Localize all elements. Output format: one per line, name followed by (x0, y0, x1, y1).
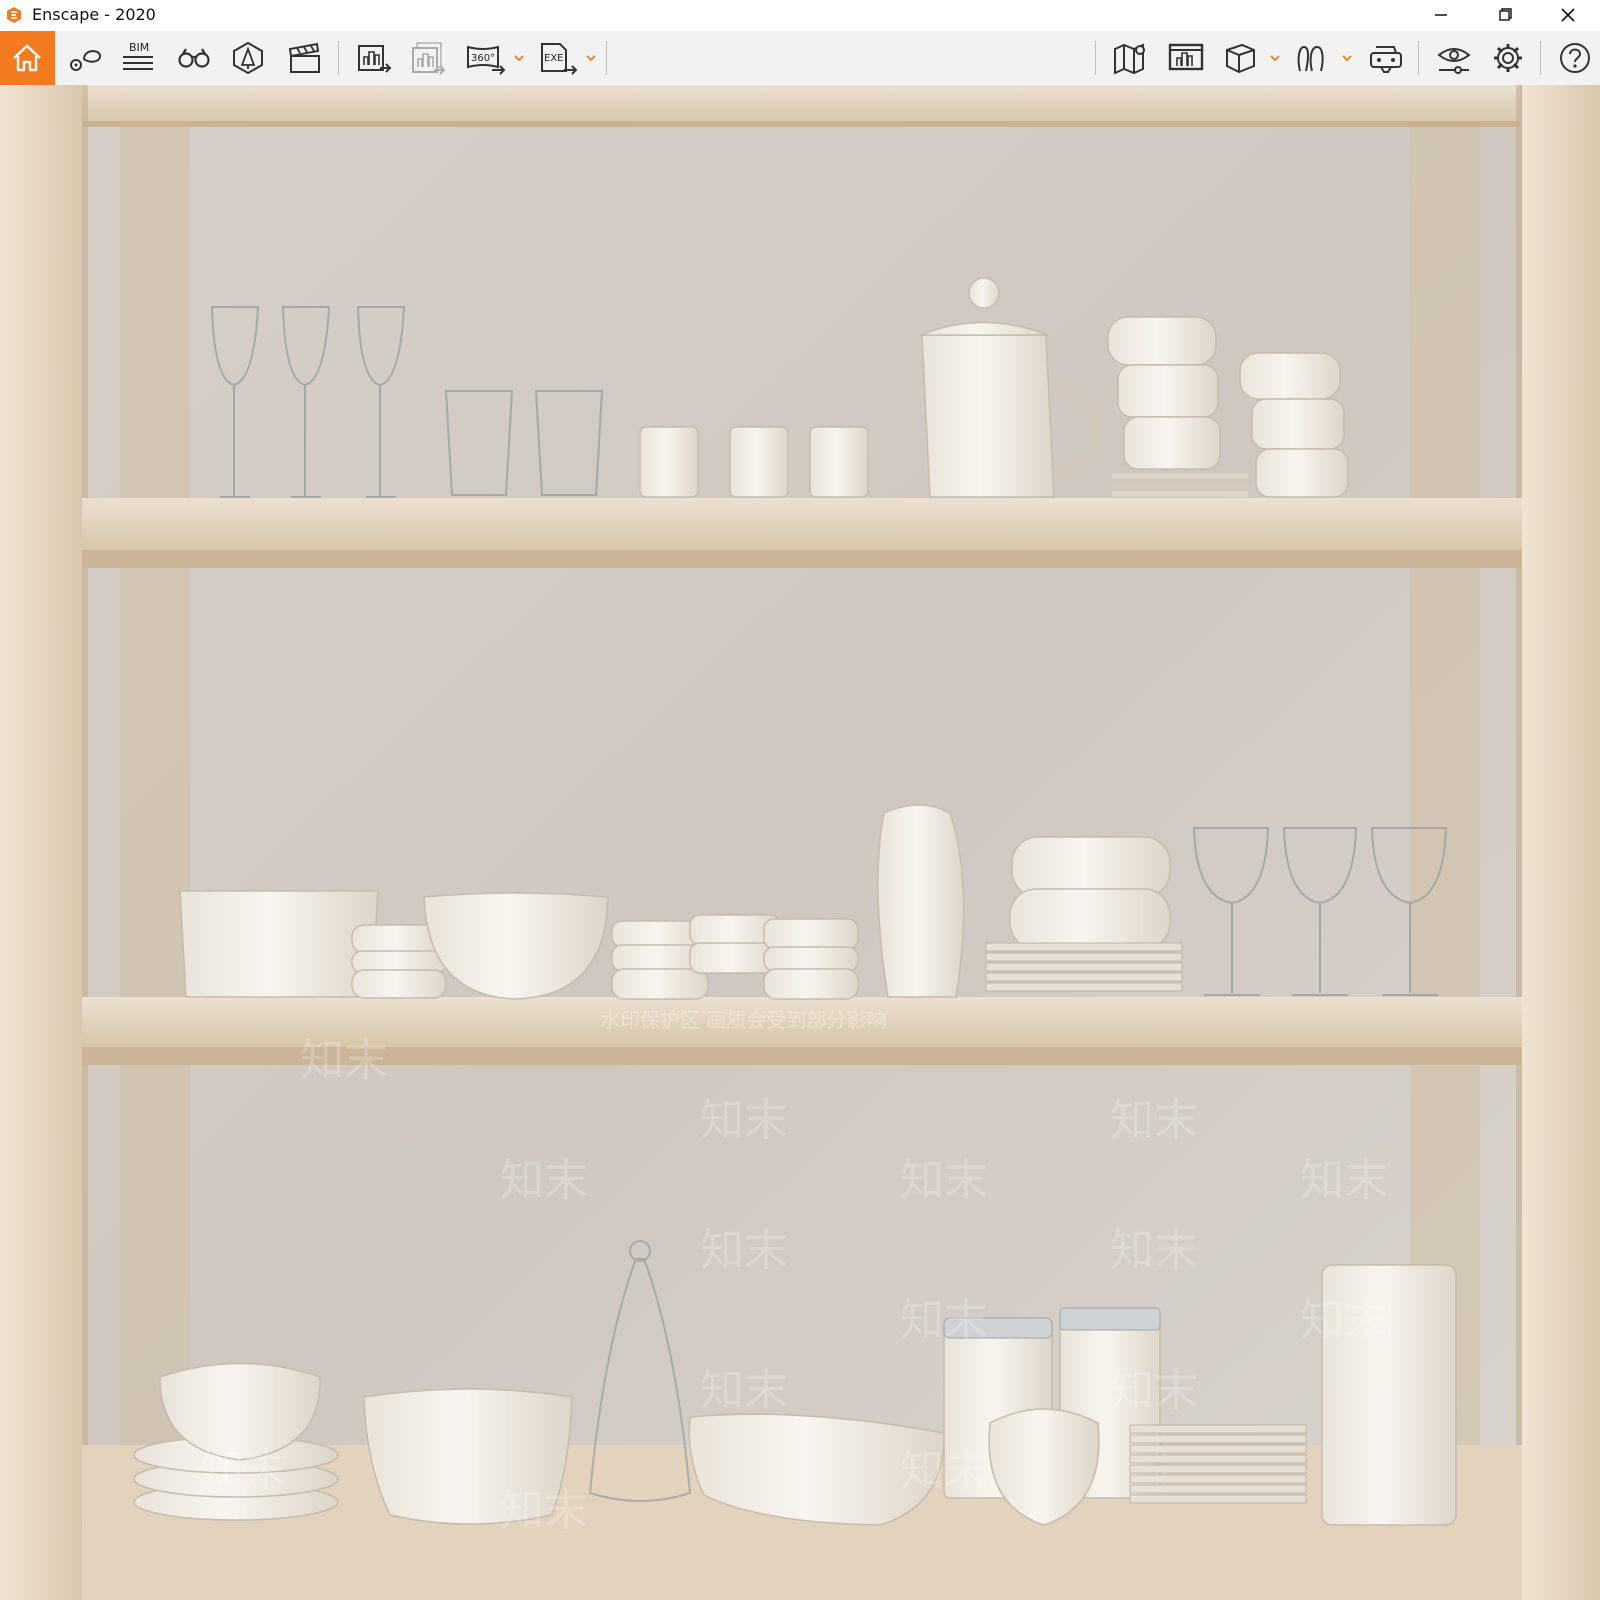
help-button[interactable] (1550, 31, 1600, 85)
bim-label: BIM (129, 41, 149, 54)
bim-icon: BIM (123, 41, 153, 70)
watermark-text: 知末 (900, 1445, 988, 1496)
cube-dropdown-chevron-icon[interactable] (1268, 51, 1282, 65)
home-button[interactable] (0, 31, 55, 85)
status-bar-icon (1168, 43, 1204, 71)
exe-export-button[interactable]: EXE (530, 31, 580, 85)
batch-render-icon (412, 42, 446, 75)
watermark-text: 知末 (900, 1295, 988, 1346)
binoculars-icon (178, 48, 210, 68)
views-button[interactable] (58, 31, 108, 85)
close-button[interactable] (1546, 0, 1592, 31)
panorama-dropdown-chevron-icon[interactable] (512, 51, 526, 65)
toolbar-separator (1540, 41, 1541, 75)
panorama-export-icon: 360° (467, 45, 506, 75)
panorama-label: 360° (471, 53, 495, 64)
eye-visual-settings-icon (1437, 48, 1471, 74)
toolbar-separator (1095, 41, 1096, 75)
enscape-logo-icon (7, 7, 21, 23)
map-button[interactable] (1104, 31, 1154, 85)
help-icon (1560, 43, 1590, 73)
status-bar-button[interactable] (1160, 31, 1210, 85)
render-viewport[interactable]: 知末 知末 知末 知末 知末 知末 知末 知末 知末 知末 知末 知末 知末 知… (0, 85, 1600, 1600)
minimize-button[interactable] (1418, 0, 1464, 31)
title-bar: Enscape - 2020 (0, 0, 1600, 31)
watermark-text: 知末 (1110, 1365, 1198, 1416)
people-dropdown-chevron-icon[interactable] (1340, 51, 1354, 65)
exe-export-icon: EXE (541, 43, 578, 75)
enscape-toolbar: BIM 360° EXE (0, 31, 1600, 109)
binoculars-button[interactable] (168, 31, 218, 85)
watermark-text: 知末 (1300, 1295, 1388, 1346)
video-editor-button[interactable] (278, 31, 328, 85)
watermark-notice: 水印保护区 画质会受到部分影响 (600, 1008, 886, 1032)
people-icon (1297, 45, 1324, 72)
bim-button[interactable]: BIM (112, 31, 162, 85)
restore-icon (1499, 8, 1512, 21)
minimize-icon (1435, 14, 1447, 16)
exe-label: EXE (544, 53, 564, 64)
cube-button[interactable] (1214, 31, 1264, 85)
watermark-text: 知末 (1110, 1225, 1198, 1276)
watermark-text: 知末 (700, 1225, 788, 1276)
video-editor-icon (288, 42, 320, 73)
batch-render-button[interactable] (402, 31, 452, 85)
close-icon (1561, 8, 1575, 22)
watermark-text: 知末 (200, 1445, 288, 1496)
settings-gear-icon (1494, 44, 1522, 72)
toolbar-separator (606, 41, 607, 75)
exe-dropdown-chevron-icon[interactable] (584, 51, 598, 65)
visual-settings-button[interactable] (1428, 31, 1478, 85)
render-export-button[interactable] (348, 31, 398, 85)
watermark-text: 知末 (700, 1095, 788, 1146)
map-icon (1114, 43, 1145, 75)
watermark-text: 知末 (500, 1155, 588, 1206)
panorama-export-button[interactable]: 360° (458, 31, 508, 85)
shelf-scene-render: 知末 知末 知末 知末 知末 知末 知末 知末 知末 知末 知末 知末 知末 知… (0, 85, 1600, 1600)
settings-button[interactable] (1482, 31, 1532, 85)
cube-icon (1226, 43, 1255, 74)
vr-headset-button[interactable] (1360, 31, 1410, 85)
vr-headset-icon (1370, 46, 1402, 73)
watermark-text: 知末 (300, 1035, 388, 1086)
asset-library-icon (233, 41, 263, 75)
asset-library-button[interactable] (222, 31, 272, 85)
watermark-text: 知末 (1110, 1095, 1198, 1146)
watermark-text: 知末 (900, 1155, 988, 1206)
home-icon (13, 44, 41, 72)
people-button[interactable] (1286, 31, 1336, 85)
views-icon (70, 50, 102, 71)
window-title: Enscape - 2020 (32, 5, 156, 24)
watermark-text: 知末 (1300, 1155, 1388, 1206)
toolbar-separator (338, 41, 339, 75)
watermark-text: 知末 (700, 1365, 788, 1416)
watermark-text: 知末 (500, 1485, 588, 1536)
restore-button[interactable] (1482, 0, 1528, 31)
render-export-icon (358, 45, 392, 73)
toolbar-separator (1418, 41, 1419, 75)
